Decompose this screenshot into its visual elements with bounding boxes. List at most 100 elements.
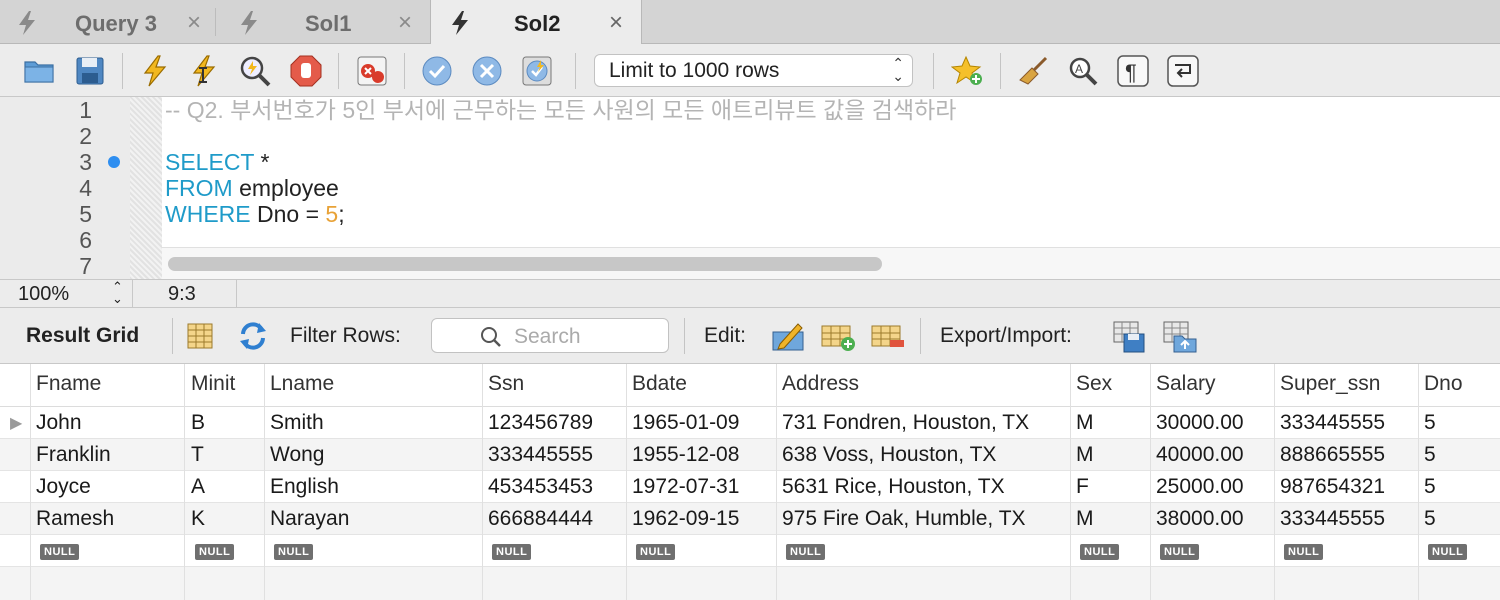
stop-button[interactable] bbox=[288, 53, 324, 89]
horizontal-scrollbar[interactable] bbox=[162, 247, 1500, 279]
scrollbar-thumb[interactable] bbox=[168, 257, 882, 271]
table-cell[interactable]: 666884444 bbox=[488, 507, 593, 531]
export-icon[interactable] bbox=[1112, 318, 1148, 354]
null-badge[interactable]: NULL bbox=[1284, 544, 1324, 560]
null-badge[interactable]: NULL bbox=[636, 544, 676, 560]
beautify-button[interactable] bbox=[1015, 53, 1051, 89]
toggle-stop-on-error-button[interactable] bbox=[354, 53, 390, 89]
edit-row-icon[interactable] bbox=[770, 318, 806, 354]
table-cell[interactable]: 5 bbox=[1424, 411, 1436, 435]
new-row[interactable]: NULL NULL NULL NULL NULL NULL NULL NULL … bbox=[0, 535, 1500, 567]
table-cell[interactable]: 5 bbox=[1424, 475, 1436, 499]
filter-search-input[interactable]: Search bbox=[431, 318, 669, 353]
table-cell[interactable]: Franklin bbox=[36, 443, 111, 467]
null-badge[interactable]: NULL bbox=[274, 544, 314, 560]
autocommit-toggle[interactable] bbox=[519, 53, 555, 89]
commit-button[interactable] bbox=[419, 53, 455, 89]
result-grid[interactable]: Fname Minit Lname Ssn Bdate Address Sex … bbox=[0, 364, 1500, 600]
table-cell[interactable]: Wong bbox=[270, 443, 324, 467]
column-header[interactable]: Salary bbox=[1156, 372, 1216, 396]
refresh-icon[interactable] bbox=[235, 318, 271, 354]
explain-button[interactable] bbox=[237, 53, 273, 89]
table-cell[interactable]: 453453453 bbox=[488, 475, 593, 499]
zoom-stepper-icon[interactable]: ⌃ ⌄ bbox=[112, 280, 123, 305]
word-wrap-button[interactable] bbox=[1165, 53, 1201, 89]
invisible-chars-button[interactable]: ¶ bbox=[1115, 53, 1151, 89]
table-row[interactable]: ▶ John B Smith 123456789 1965-01-09 731 … bbox=[0, 407, 1500, 439]
result-grid-label[interactable]: Result Grid bbox=[26, 324, 139, 348]
zoom-level[interactable]: 100% bbox=[18, 283, 69, 306]
table-cell[interactable]: 333445555 bbox=[1280, 507, 1385, 531]
find-button[interactable]: A bbox=[1065, 53, 1101, 89]
column-header[interactable]: Ssn bbox=[488, 372, 524, 396]
table-cell[interactable]: 1955-12-08 bbox=[632, 443, 739, 467]
table-row[interactable]: Joyce A English 453453453 1972-07-31 563… bbox=[0, 471, 1500, 503]
statement-marker-icon[interactable] bbox=[108, 156, 120, 168]
table-cell[interactable]: Joyce bbox=[36, 475, 91, 499]
null-badge[interactable]: NULL bbox=[1428, 544, 1468, 560]
column-header[interactable]: Lname bbox=[270, 372, 334, 396]
table-cell[interactable]: 975 Fire Oak, Humble, TX bbox=[782, 507, 1026, 531]
table-cell[interactable]: 1965-01-09 bbox=[632, 411, 739, 435]
table-cell[interactable]: English bbox=[270, 475, 339, 499]
table-cell[interactable]: 638 Voss, Houston, TX bbox=[782, 443, 996, 467]
null-badge[interactable]: NULL bbox=[786, 544, 826, 560]
table-row[interactable]: Franklin T Wong 333445555 1955-12-08 638… bbox=[0, 439, 1500, 471]
column-header[interactable]: Dno bbox=[1424, 372, 1463, 396]
table-cell[interactable]: M bbox=[1076, 443, 1094, 467]
delete-row-icon[interactable] bbox=[870, 318, 906, 354]
table-cell[interactable]: 123456789 bbox=[488, 411, 593, 435]
tab-sol1[interactable]: Sol1 × bbox=[216, 0, 430, 44]
close-icon[interactable]: × bbox=[187, 9, 201, 37]
table-cell[interactable]: 5 bbox=[1424, 507, 1436, 531]
import-icon[interactable] bbox=[1162, 318, 1198, 354]
table-cell[interactable]: 5 bbox=[1424, 443, 1436, 467]
null-badge[interactable]: NULL bbox=[492, 544, 532, 560]
table-cell[interactable]: Smith bbox=[270, 411, 324, 435]
table-cell[interactable]: Narayan bbox=[270, 507, 349, 531]
table-cell[interactable]: K bbox=[191, 507, 205, 531]
grid-icon[interactable] bbox=[182, 318, 218, 354]
table-cell[interactable]: 30000.00 bbox=[1156, 411, 1244, 435]
table-cell[interactable]: 1972-07-31 bbox=[632, 475, 739, 499]
table-cell[interactable]: 25000.00 bbox=[1156, 475, 1244, 499]
close-icon[interactable]: × bbox=[609, 9, 623, 37]
table-cell[interactable]: John bbox=[36, 411, 82, 435]
tab-query-3[interactable]: Query 3 × bbox=[0, 0, 215, 44]
sql-editor[interactable]: 1 2 3 4 5 6 7 -- Q2. 부서번호가 5인 부서에 근무하는 모… bbox=[0, 97, 1500, 279]
column-header[interactable]: Super_ssn bbox=[1280, 372, 1380, 396]
column-header[interactable]: Sex bbox=[1076, 372, 1112, 396]
open-folder-button[interactable] bbox=[21, 53, 57, 89]
insert-row-icon[interactable] bbox=[820, 318, 856, 354]
null-badge[interactable]: NULL bbox=[1080, 544, 1120, 560]
table-cell[interactable]: 1962-09-15 bbox=[632, 507, 739, 531]
table-cell[interactable]: 38000.00 bbox=[1156, 507, 1244, 531]
limit-rows-select[interactable]: Limit to 1000 rows ⌃ ⌄ bbox=[594, 54, 913, 87]
rollback-button[interactable] bbox=[469, 53, 505, 89]
null-badge[interactable]: NULL bbox=[1160, 544, 1200, 560]
execute-current-button[interactable] bbox=[186, 53, 222, 89]
execute-button[interactable] bbox=[137, 53, 173, 89]
null-badge[interactable]: NULL bbox=[195, 544, 235, 560]
table-cell[interactable]: M bbox=[1076, 507, 1094, 531]
table-cell[interactable]: B bbox=[191, 411, 205, 435]
column-header[interactable]: Bdate bbox=[632, 372, 687, 396]
table-cell[interactable]: 888665555 bbox=[1280, 443, 1385, 467]
column-header[interactable]: Fname bbox=[36, 372, 101, 396]
table-cell[interactable]: A bbox=[191, 475, 205, 499]
close-icon[interactable]: × bbox=[398, 9, 412, 37]
table-cell[interactable]: 987654321 bbox=[1280, 475, 1385, 499]
table-cell[interactable]: F bbox=[1076, 475, 1089, 499]
add-snippet-button[interactable] bbox=[950, 53, 986, 89]
table-cell[interactable]: Ramesh bbox=[36, 507, 114, 531]
column-header[interactable]: Minit bbox=[191, 372, 235, 396]
table-cell[interactable]: M bbox=[1076, 411, 1094, 435]
table-cell[interactable]: 333445555 bbox=[488, 443, 593, 467]
table-cell[interactable]: T bbox=[191, 443, 204, 467]
table-row[interactable]: Ramesh K Narayan 666884444 1962-09-15 97… bbox=[0, 503, 1500, 535]
tab-sol2[interactable]: Sol2 × bbox=[430, 0, 642, 45]
table-cell[interactable]: 333445555 bbox=[1280, 411, 1385, 435]
table-cell[interactable]: 40000.00 bbox=[1156, 443, 1244, 467]
save-button[interactable] bbox=[72, 53, 108, 89]
column-header[interactable]: Address bbox=[782, 372, 859, 396]
